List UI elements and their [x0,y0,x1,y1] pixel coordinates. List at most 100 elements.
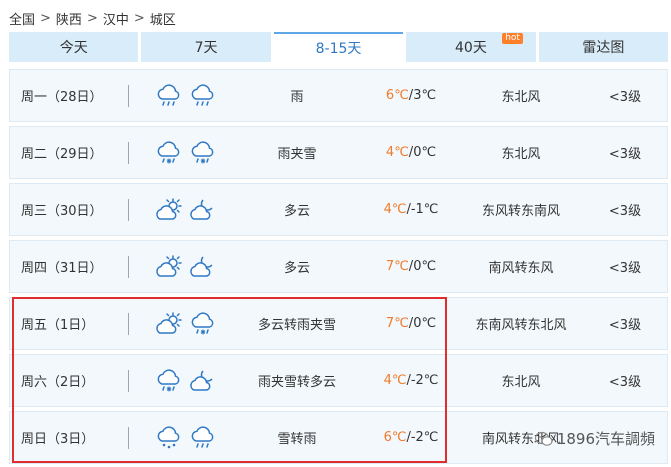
high-temp: 4℃ [385,145,409,160]
weather-icons [155,127,221,178]
wechat-icon [534,431,553,446]
temperature: 4℃ / -1℃ [366,184,456,235]
condition-text: 雨夹雪转多云 [257,375,336,390]
weather-icons [155,184,221,235]
sleet-icon [191,140,214,163]
tab-label: 40天 [455,40,487,56]
sleet-icon [157,368,180,391]
rain-icon [191,425,214,448]
rain-icon [157,83,180,106]
wind-level: <3级 [608,318,642,333]
forecast-row: 周五（1日） 多云转雨夹雪 7℃/0℃ 东南风转东北风 <3级 [9,297,668,350]
tab-7-days[interactable]: 7天 [141,32,271,62]
high-temp: 4℃ [383,373,407,388]
breadcrumb-separator: > [133,10,145,26]
partly-cloudy-day-icon [156,254,182,277]
sleet-icon [191,311,214,334]
wind-level: <3级 [608,375,642,390]
tab-label: 8-15天 [315,41,362,57]
high-temp: 6℃ [385,88,409,103]
weather-icons [155,298,221,349]
divider [128,199,129,221]
condition-text: 多云 [283,204,310,219]
tab-label: 7天 [194,40,218,56]
condition-text: 多云 [283,261,310,276]
wind-level: <3级 [608,90,642,105]
temperature: 4℃ / -2℃ [366,355,456,406]
day-label: 周二（29日） [21,147,103,162]
divider [128,427,129,449]
wind-direction: 东北风 [501,90,541,105]
low-temp: -1℃ [410,202,439,217]
wind-direction: 南风转东风 [488,261,554,276]
partly-cloudy-night-icon [190,256,213,277]
breadcrumb-item-country[interactable]: 全国 [9,9,35,28]
breadcrumb-item-city[interactable]: 汉中 [103,9,129,28]
tab-today[interactable]: 今天 [9,32,139,62]
temperature: 6℃/3℃ [366,70,456,121]
day-label: 周三（30日） [21,204,103,219]
partly-cloudy-day-icon [156,311,182,334]
tab-label: 今天 [59,40,88,56]
partly-cloudy-night-icon [190,199,213,220]
sleet-icon [157,140,180,163]
divider [128,370,129,392]
wind-direction: 东风转东南风 [481,204,560,219]
low-temp: 3℃ [413,88,437,103]
breadcrumb-separator: > [86,10,98,26]
condition-text: 雨夹雪 [277,147,317,162]
divider [128,256,129,278]
forecast-row: 周三（30日） 多云 4℃ / -1℃ 东风转东南风 <3级 [9,183,668,236]
high-temp: 4℃ [383,202,407,217]
weather-icons [155,241,221,292]
high-temp: 7℃ [385,259,409,274]
breadcrumb: 全国 > 陕西 > 汉中 > 城区 [9,9,176,28]
day-label: 周五（1日） [21,318,95,333]
hot-badge: hot [502,33,523,44]
temperature: 4℃/0℃ [366,127,456,178]
divider [128,85,129,107]
divider [128,313,129,335]
condition-text: 多云转雨夹雪 [257,318,336,333]
wind-direction: 东北风 [501,375,541,390]
high-temp: 6℃ [383,430,407,445]
wind-direction: 东南风转东北风 [475,318,567,333]
rain-icon [191,83,214,106]
wind-level: <3级 [608,204,642,219]
forecast-row: 周一（28日） 雨 6℃/3℃ 东北风 <3级 [9,69,668,122]
forecast-row: 周二（29日） 雨夹雪 4℃/0℃ 东北风 <3级 [9,126,668,179]
day-label: 周六（2日） [21,375,95,390]
partly-cloudy-night-icon [190,370,213,391]
temperature: 6℃ / -2℃ [366,412,456,463]
day-label: 周四（31日） [21,261,103,276]
forecast-row: 周四（31日） 多云 7℃/0℃ 南风转东风 <3级 [9,240,668,293]
low-temp: 0℃ [413,259,437,274]
partly-cloudy-day-icon [156,197,182,220]
condition-text: 雨 [290,90,304,105]
snow-icon [157,425,180,448]
condition-text: 雪转雨 [277,432,317,447]
temperature: 7℃/0℃ [366,241,456,292]
low-temp: -2℃ [410,430,439,445]
weather-icons [155,412,221,463]
tab-radar[interactable]: 雷达图 [538,32,669,62]
watermark: 1896汽车調頻 [534,428,655,449]
weather-icons [155,70,221,121]
high-temp: 7℃ [385,316,409,331]
forecast-row: 周六（2日） 雨夹雪转多云 4℃ / -2℃ 东北风 <3级 [9,354,668,407]
breadcrumb-separator: > [40,10,51,26]
wind-level: <3级 [608,147,642,162]
breadcrumb-item-province[interactable]: 陕西 [56,9,82,28]
forecast-tabs: 今天 7天 8-15天 40天 hot 雷达图 [9,32,669,62]
tab-8-15-days[interactable]: 8-15天 [273,32,404,62]
low-temp: 0℃ [413,145,437,160]
tab-40-days[interactable]: 40天 hot [406,32,536,62]
breadcrumb-item-district: 城区 [149,12,176,28]
weather-icons [155,355,221,406]
temperature: 7℃/0℃ [366,298,456,349]
watermark-text: 1896汽车調頻 [556,430,655,448]
divider [128,142,129,164]
low-temp: 0℃ [413,316,437,331]
wind-direction: 东北风 [501,147,541,162]
tab-label: 雷达图 [582,40,625,56]
